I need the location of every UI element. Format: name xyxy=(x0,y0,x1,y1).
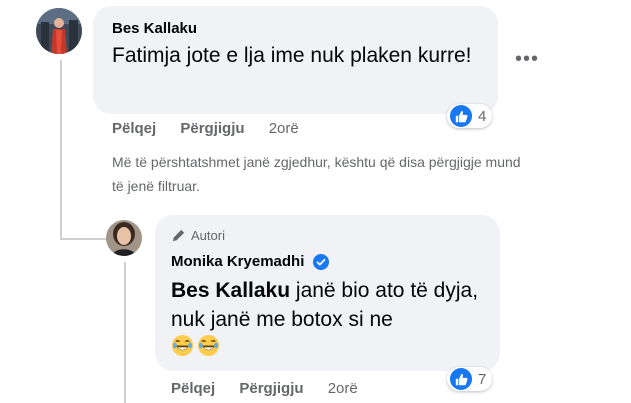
like-button[interactable]: Pëlqej xyxy=(112,120,156,137)
comment-text: Fatimja jote e lja ime nuk plaken kurre! xyxy=(112,44,472,67)
laughing-emoji-icon xyxy=(197,334,220,365)
verified-badge-icon xyxy=(312,254,329,271)
pencil-icon xyxy=(172,229,185,242)
comment-author-name[interactable]: Bes Kallaku xyxy=(112,20,197,37)
avatar-photo xyxy=(106,220,142,256)
thread-line-reply xyxy=(124,262,126,403)
comment-actions: Pëlqej Përgjigju 2orë xyxy=(112,120,319,137)
more-options-button[interactable]: ••• xyxy=(515,48,539,71)
avatar-photo xyxy=(36,8,82,54)
filter-notice: Më të përshtatshmet janë zgjedhur, kësht… xyxy=(112,154,521,194)
comment-timestamp[interactable]: 2orë xyxy=(269,120,299,137)
reply-button[interactable]: Përgjigju xyxy=(239,380,303,397)
like-button[interactable]: Pëlqej xyxy=(171,380,215,397)
avatar-monika-kryemadhi[interactable] xyxy=(106,220,142,256)
avatar-bes-kallaku[interactable] xyxy=(36,8,82,54)
reply-author-name: Monika Kryemadhi xyxy=(171,253,329,271)
like-reaction-icon xyxy=(450,105,472,127)
reply-actions: Pëlqej Përgjigju 2orë xyxy=(171,380,378,397)
reply-button[interactable]: Përgjigju xyxy=(180,120,244,137)
thread-line-main xyxy=(60,60,62,240)
reply-reactions-summary[interactable]: 7 xyxy=(447,367,493,391)
reply-text: Bes Kallaku janë bio ato të dyja, nuk ja… xyxy=(171,276,486,365)
like-reaction-icon xyxy=(450,368,472,390)
reaction-count: 4 xyxy=(478,107,487,125)
reaction-count: 7 xyxy=(478,370,487,388)
mention-link[interactable]: Bes Kallaku xyxy=(171,279,290,302)
reply-timestamp[interactable]: 2orë xyxy=(328,380,358,397)
author-badge-label: Autori xyxy=(191,228,225,243)
reactions-summary[interactable]: 4 xyxy=(447,104,493,128)
thread-line-branch xyxy=(60,238,108,240)
laughing-emoji-icon xyxy=(171,334,194,365)
reply-author-link[interactable]: Monika Kryemadhi xyxy=(171,253,304,270)
author-badge: Autori xyxy=(171,228,225,243)
